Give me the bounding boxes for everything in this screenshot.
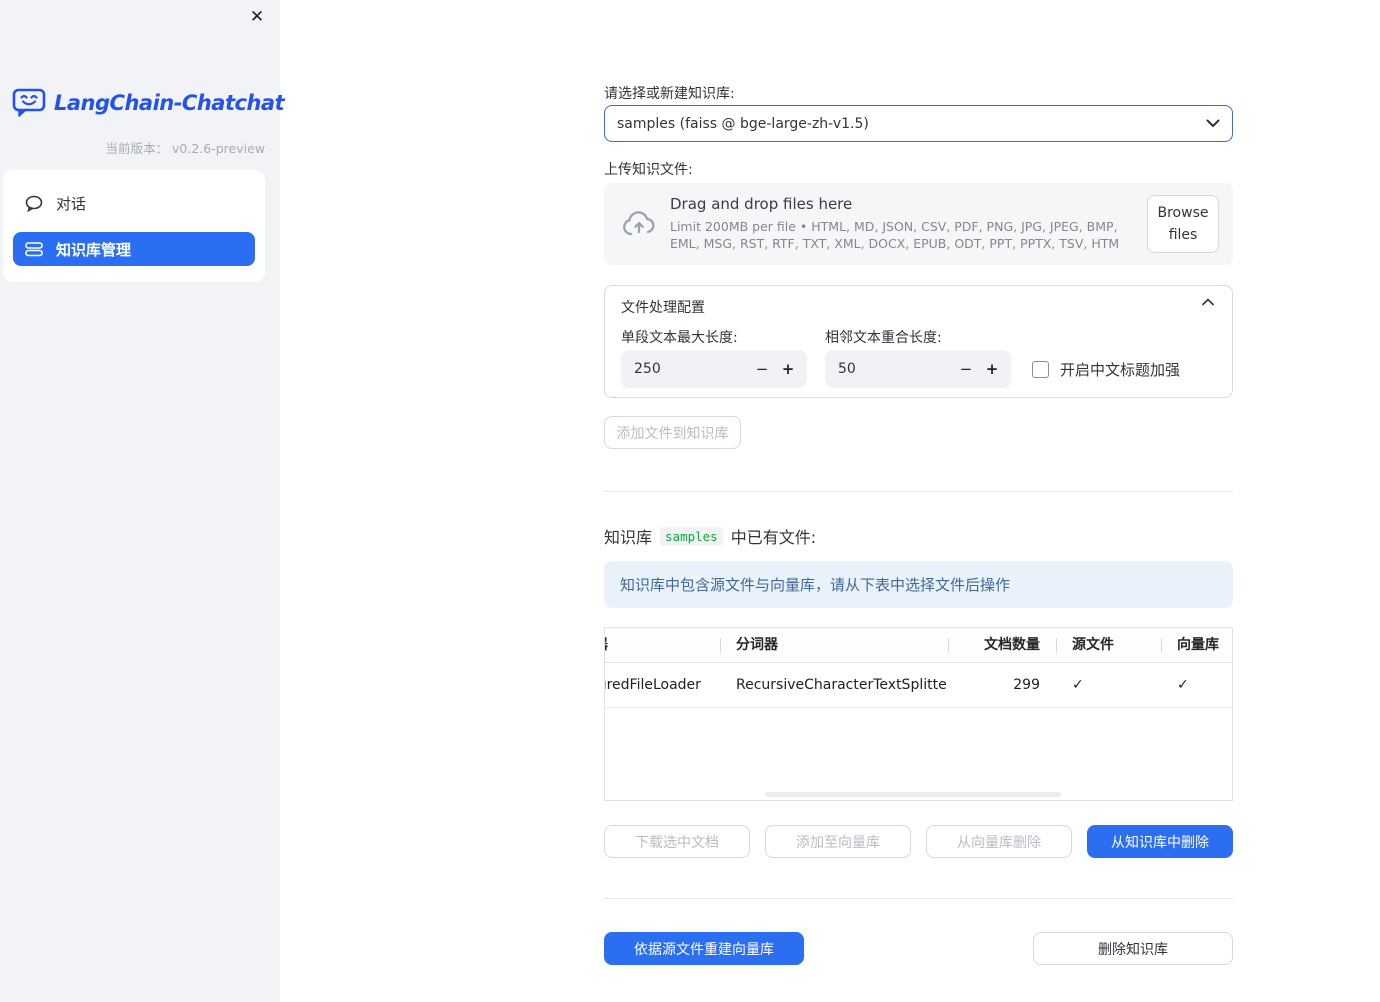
- zh-title-enhance-checkbox[interactable]: 开启中文标题加强: [1032, 359, 1180, 380]
- add-files-to-kb-button[interactable]: 添加文件到知识库: [604, 416, 741, 449]
- kb-files-prefix: 知识库: [604, 528, 653, 547]
- horizontal-scrollbar[interactable]: [765, 792, 1061, 797]
- browse-files-button[interactable]: Browse files: [1147, 194, 1219, 254]
- sidebar-item-label: 知识库管理: [56, 240, 132, 259]
- app-logo: LangChain-Chatchat: [12, 87, 285, 118]
- plus-button[interactable]: +: [979, 360, 1005, 378]
- plus-button[interactable]: +: [775, 360, 801, 378]
- kb-selectbox-value: samples (faiss @ bge-large-zh-v1.5): [617, 115, 869, 132]
- cell-source-file-check: ✓: [1072, 677, 1084, 693]
- minus-button[interactable]: −: [749, 360, 775, 378]
- cell-vector-store-check: ✓: [1177, 677, 1189, 693]
- download-selected-button[interactable]: 下载选中文档: [604, 825, 750, 858]
- cell-splitter: RecursiveCharacterTextSplitter: [736, 677, 948, 693]
- overlap-size-value: 50: [838, 361, 856, 377]
- col-header-doc-count: 文档数量: [948, 628, 1056, 662]
- cell-doc-count: 299: [1013, 677, 1040, 693]
- kb-files-suffix: 中已有文件:: [730, 528, 817, 547]
- delete-kb-button[interactable]: 删除知识库: [1033, 932, 1233, 965]
- chat-bubble-icon: [25, 195, 43, 212]
- kb-files-heading: 知识库 samples 中已有文件:: [604, 524, 816, 548]
- col-header-splitter: 分词器: [720, 628, 948, 662]
- checkbox-icon[interactable]: [1032, 361, 1049, 378]
- sidebar-item-kb-management[interactable]: 知识库管理: [13, 232, 255, 266]
- table-row[interactable]: UnstructuredFileLoader RecursiveCharacte…: [605, 663, 1232, 708]
- app-logo-text: LangChain-Chatchat: [54, 90, 285, 115]
- kb-list-icon: [25, 241, 43, 257]
- sidebar-nav-card: 对话 知识库管理: [3, 170, 265, 282]
- delete-from-kb-button[interactable]: 从知识库中删除: [1087, 825, 1233, 858]
- delete-from-vector-button[interactable]: 从向量库删除: [926, 825, 1072, 858]
- divider: [604, 491, 1233, 492]
- kb-selectbox[interactable]: samples (faiss @ bge-large-zh-v1.5): [604, 105, 1233, 142]
- info-alert: 知识库中包含源文件与向量库，请从下表中选择文件后操作: [604, 561, 1233, 608]
- file-config-expander: 文件处理配置 单段文本最大长度: 250 − + 相邻文本重合长度: 50 − …: [604, 285, 1233, 398]
- upload-label: 上传知识文件:: [604, 162, 693, 178]
- minus-button[interactable]: −: [953, 360, 979, 378]
- col-header-loader: 文档加载器: [605, 628, 720, 662]
- dropzone-texts: Drag and drop files here Limit 200MB per…: [670, 195, 1133, 253]
- rebuild-vector-store-button[interactable]: 依据源文件重建向量库: [604, 932, 804, 965]
- chunk-size-value: 250: [634, 361, 661, 377]
- file-dropzone[interactable]: Drag and drop files here Limit 200MB per…: [604, 183, 1233, 265]
- version-text: 当前版本： v0.2.6-preview: [105, 141, 265, 156]
- dropzone-title: Drag and drop files here: [670, 195, 853, 214]
- checkbox-label: 开启中文标题加强: [1060, 361, 1181, 379]
- overlap-size-input[interactable]: 50 − +: [825, 350, 1011, 388]
- sidebar-item-dialogue[interactable]: 对话: [13, 186, 255, 220]
- chunk-size-label: 单段文本最大长度:: [621, 330, 738, 346]
- col-header-vector-store: 向量库: [1161, 628, 1232, 662]
- cloud-upload-icon: [622, 211, 656, 237]
- sidebar-item-label: 对话: [56, 194, 87, 213]
- sidebar-close-icon[interactable]: ✕: [246, 6, 268, 28]
- cell-loader: UnstructuredFileLoader: [605, 677, 701, 693]
- add-to-vector-button[interactable]: 添加至向量库: [765, 825, 911, 858]
- col-header-source-file: 源文件: [1056, 628, 1161, 662]
- table-header: 文档加载器 分词器 文档数量 源文件 向量库: [605, 628, 1232, 663]
- dropzone-limit-text: Limit 200MB per file • HTML, MD, JSON, C…: [670, 219, 1120, 251]
- kb-select-label: 请选择或新建知识库:: [604, 86, 735, 102]
- expander-title[interactable]: 文件处理配置: [621, 297, 705, 317]
- main-content: 请选择或新建知识库: samples (faiss @ bge-large-zh…: [604, 0, 1233, 1002]
- kb-files-table: 文档加载器 分词器 文档数量 源文件 向量库 UnstructuredFileL…: [604, 627, 1233, 801]
- chevron-up-icon[interactable]: [1202, 298, 1214, 306]
- kb-name-code: samples: [660, 526, 723, 546]
- divider: [604, 898, 1233, 899]
- overlap-size-label: 相邻文本重合长度:: [825, 330, 942, 346]
- table-scroll-area[interactable]: 文档加载器 分词器 文档数量 源文件 向量库 UnstructuredFileL…: [605, 628, 1232, 708]
- chunk-size-input[interactable]: 250 − +: [621, 350, 807, 388]
- chevron-down-icon: [1206, 119, 1220, 128]
- chat-smiley-logo-icon: [12, 87, 46, 118]
- sidebar: ✕ LangChain-Chatchat 当前版本： v0.2.6-previe…: [0, 0, 285, 1002]
